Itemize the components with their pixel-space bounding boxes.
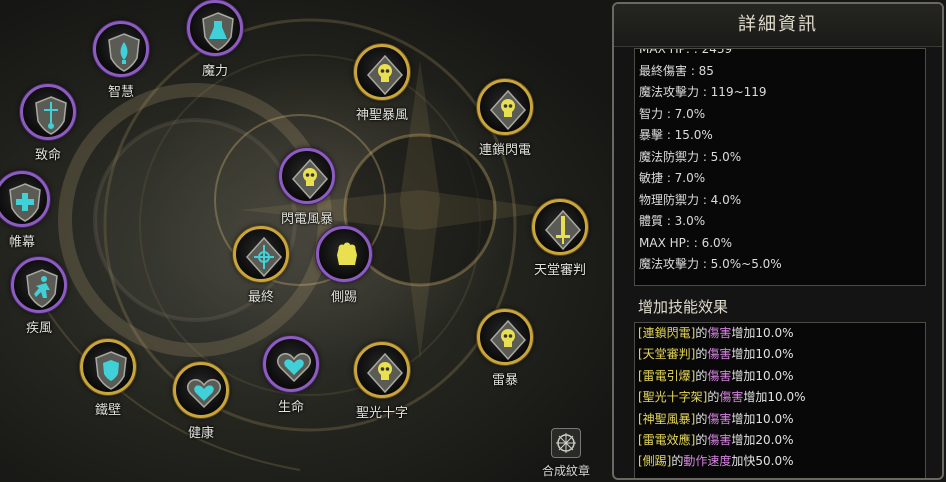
effect-mid: 的 — [695, 432, 708, 447]
rune-node-fatal[interactable]: 致命 — [0, 84, 108, 164]
rune-node-label: 神聖暴風 — [355, 108, 408, 123]
panel-title: 詳細資訊 — [614, 4, 942, 47]
effect-type: 傷害 — [719, 390, 744, 405]
effect-row: [雷電引爆]的傷害增加10.0% — [635, 366, 925, 387]
effect-mid: 的 — [707, 390, 720, 405]
stat-row: 魔法防禦力 : 5.0% — [639, 149, 742, 164]
rune-node-holy-storm[interactable]: 神聖暴風 — [322, 44, 442, 124]
skull-diamond-icon — [354, 44, 410, 100]
rune-node-label: 健康 — [187, 426, 214, 441]
magic-flask-icon — [187, 0, 243, 56]
rune-node-gale[interactable]: 疾風 — [0, 257, 99, 337]
effect-type: 傷害 — [707, 432, 732, 447]
rune-node-label: 天堂審判 — [533, 263, 586, 278]
skull-diamond-icon — [477, 79, 533, 135]
heart-icon — [263, 336, 319, 392]
stat-row: 魔法攻擊力 : 119~119 — [639, 85, 767, 99]
stat-row: MAX HP: : 6.0% — [639, 235, 733, 250]
effect-row: [神聖風暴]的傷害增加10.0% — [635, 409, 925, 430]
sword-shield-icon — [20, 84, 76, 140]
effect-skill: [聖光十字架] — [638, 390, 708, 405]
stat-row: MAX HP: : 2439 — [639, 48, 733, 56]
mana-drop-icon — [93, 21, 149, 77]
effect-type: 傷害 — [707, 411, 732, 426]
rune-node-chain-lightning[interactable]: 連鎖閃電 — [445, 79, 565, 159]
running-figure-icon — [11, 257, 67, 313]
detail-panel: 詳細資訊 MAX HP: : 2439 最終傷害 : 85 魔法攻擊力 : 119~… — [612, 2, 944, 480]
rune-node-holy-cross[interactable]: 聖光十字 — [322, 342, 442, 422]
stat-row: 智力 : 7.0% — [639, 106, 706, 121]
compose-crest-button[interactable]: 合成紋章 — [538, 428, 594, 482]
effect-rest: 增加10.0% — [731, 411, 794, 426]
effect-skill: [天堂審判] — [638, 347, 696, 362]
effect-row: [天堂審判]的傷害增加10.0% — [635, 344, 925, 365]
effect-type: 傷害 — [707, 326, 732, 340]
effect-row: [側踢]的動作速度加快50.0% — [635, 451, 925, 472]
rune-node-label: 疾風 — [25, 321, 52, 336]
effects-title: 增加技能效果 — [638, 298, 729, 316]
skull-diamond-icon — [354, 342, 410, 398]
rune-node-thunderstorm[interactable]: 雷暴 — [445, 309, 565, 389]
rune-node-lightning-storm[interactable]: 閃電風暴 — [247, 148, 367, 228]
rune-node-curtain[interactable]: 帷幕 — [0, 171, 82, 251]
shield-icon — [80, 339, 136, 395]
effect-skill: [雷電引爆] — [638, 368, 696, 383]
stat-row: 物理防禦力 : 4.0% — [639, 192, 742, 207]
effect-type: 傷害 — [707, 347, 732, 362]
effects-list[interactable]: [連鎖閃電]的傷害增加10.0% [天堂審判]的傷害增加10.0% [雷電引爆]的傷… — [634, 322, 926, 478]
effect-mid: 的 — [695, 347, 708, 362]
rune-node-label: 聖光十字 — [355, 406, 408, 421]
crosshair-diamond-icon — [233, 226, 289, 282]
stat-row: 暴擊 : 15.0% — [639, 128, 713, 142]
effect-row: [連鎖閃電]的傷害增加10.0% — [635, 323, 925, 344]
rune-node-label: 帷幕 — [8, 235, 35, 250]
effect-rest: 增加10.0% — [731, 347, 794, 362]
rune-node-label: 連鎖閃電 — [478, 143, 531, 158]
stat-row: 最終傷害 : 85 — [639, 63, 714, 78]
effect-skill: [側踢] — [638, 454, 672, 469]
fist-icon — [316, 226, 372, 282]
stat-row: 體質 : 3.0% — [639, 214, 706, 228]
rune-node-label: 雷暴 — [491, 373, 518, 388]
effect-row: [雷電效應]的傷害增加20.0% — [635, 430, 925, 451]
effect-skill: [雷電效應] — [638, 432, 696, 447]
effect-rest: 增加10.0% — [743, 390, 806, 405]
heart-icon — [173, 362, 229, 418]
rune-node-label: 閃電風暴 — [280, 212, 333, 227]
rune-node-magic[interactable]: 魔力 — [155, 0, 275, 80]
effect-row: [聖光十字架]的傷害增加10.0% — [635, 387, 925, 408]
rune-node-heaven-judgment[interactable]: 天堂審判 — [500, 199, 620, 279]
skull-diamond-icon — [279, 148, 335, 204]
effect-type: 動作速度 — [683, 454, 732, 469]
effect-rest: 加快50.0% — [731, 454, 794, 469]
effect-mid: 的 — [695, 368, 708, 383]
stat-row: 敏捷 : 7.0% — [639, 171, 706, 185]
rune-node-label: 側踢 — [330, 290, 357, 305]
effect-skill: [神聖風暴] — [638, 411, 696, 426]
effect-mid: 的 — [671, 454, 684, 469]
crest-emblem-icon — [551, 428, 581, 458]
effect-mid: 的 — [695, 326, 708, 340]
effect-mid: 的 — [695, 411, 708, 426]
skull-diamond-icon — [477, 309, 533, 365]
rune-board: 智慧 魔力 致命 帷幕 疾風 鐵壁 健康 生命 最終 閃電風暴 側踢 神聖暴風 連鎖閃電 天堂審判 雷暴 聖光… — [0, 0, 946, 482]
effect-type: 傷害 — [707, 368, 732, 383]
effect-rest: 增加10.0% — [731, 326, 794, 340]
rune-node-label: 致命 — [34, 148, 61, 163]
stats-list[interactable]: MAX HP: : 2439 最終傷害 : 85 魔法攻擊力 : 119~119 智力… — [634, 48, 926, 286]
cross-shield-icon — [0, 171, 50, 227]
compose-crest-label: 合成紋章 — [541, 464, 590, 478]
effect-rest: 增加10.0% — [731, 368, 794, 383]
effect-rest: 增加20.0% — [731, 432, 794, 447]
stat-row: 魔法攻擊力 : 5.0%~5.0% — [639, 257, 782, 271]
rune-node-side-kick[interactable]: 側踢 — [284, 226, 404, 306]
effect-skill: [連鎖閃電] — [638, 326, 696, 340]
sword-diamond-icon — [532, 199, 588, 255]
rune-node-label: 魔力 — [201, 64, 228, 79]
